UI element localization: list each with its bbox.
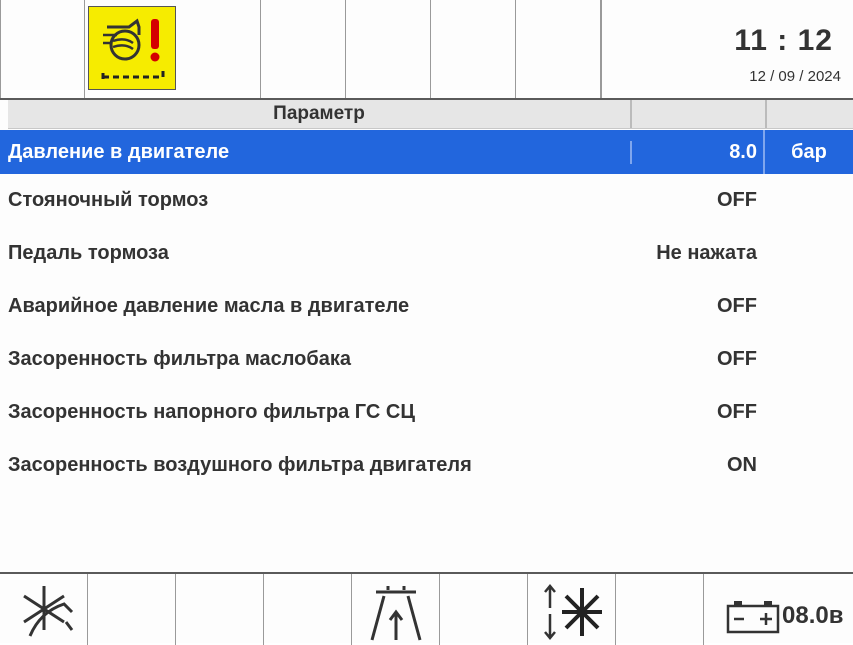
- table-header: Параметр: [8, 100, 853, 129]
- softkey-8[interactable]: [616, 574, 704, 645]
- bottom-function-bar: 08.0в: [0, 572, 853, 645]
- row-name: Засоренность фильтра маслобака: [8, 348, 351, 370]
- fan-updown-icon: [544, 584, 602, 640]
- battery-icon: [726, 601, 780, 634]
- softkey-fan-heating[interactable]: [0, 574, 88, 645]
- row-unit: бар: [763, 130, 853, 174]
- top-slot-5: [346, 0, 431, 98]
- row-value: OFF: [717, 348, 757, 370]
- row-value: OFF: [717, 189, 757, 211]
- param-column-header: Параметр: [273, 103, 365, 124]
- table-row-pressure-filter[interactable]: Засоренность напорного фильтра ГС СЦ OFF: [0, 386, 853, 439]
- top-slot-1: [0, 0, 85, 98]
- row-value: ON: [727, 454, 757, 476]
- parameter-list: Давление в двигателе 8.0 бар Стояночный …: [0, 130, 853, 492]
- softkey-road[interactable]: [352, 574, 440, 645]
- row-value: OFF: [717, 401, 757, 423]
- row-value: 8.0: [630, 140, 763, 164]
- fan-heating-icon: [23, 586, 74, 637]
- row-name: Засоренность воздушного фильтра двигател…: [8, 454, 472, 476]
- clock-time: 11 : 12: [734, 24, 833, 57]
- softkey-2[interactable]: [88, 574, 176, 645]
- top-slot-3: [176, 0, 261, 98]
- top-slot-4: [261, 0, 346, 98]
- softkey-6[interactable]: [440, 574, 528, 645]
- engine-air-filter-warning-icon: [101, 18, 165, 81]
- softkey-fan-updown[interactable]: [528, 574, 616, 645]
- air-filter-warning-indicator[interactable]: [88, 6, 176, 90]
- table-row-oil-pressure-alarm[interactable]: Аварийное давление масла в двигателе OFF: [0, 280, 853, 333]
- instrument-screen: 11 : 12 12 / 09 / 2024 Параметр Давление…: [0, 0, 853, 645]
- top-slot-6: [431, 0, 516, 98]
- row-value: Не нажата: [656, 242, 757, 264]
- table-row-oil-tank-filter[interactable]: Засоренность фильтра маслобака OFF: [0, 333, 853, 386]
- table-row-air-filter[interactable]: Засоренность воздушного фильтра двигател…: [0, 439, 853, 492]
- road-lane-icon: [370, 586, 422, 641]
- battery-voltage-value: 08.0в: [782, 602, 844, 629]
- clock-date: 12 / 09 / 2024: [749, 68, 841, 85]
- softkey-4[interactable]: [264, 574, 352, 645]
- row-name: Аварийное давление масла в двигателе: [8, 295, 410, 317]
- softkey-3[interactable]: [176, 574, 264, 645]
- row-name: Педаль тормоза: [8, 242, 169, 264]
- table-row-brake-pedal[interactable]: Педаль тормоза Не нажата: [0, 227, 853, 280]
- table-row-parking-brake[interactable]: Стояночный тормоз OFF: [0, 174, 853, 227]
- clock-panel: 11 : 12 12 / 09 / 2024: [601, 0, 853, 98]
- unit-column-header: [765, 100, 853, 128]
- row-value: OFF: [717, 295, 757, 317]
- row-name: Давление в двигателе: [8, 140, 230, 163]
- top-slot-7: [516, 0, 601, 98]
- row-name: Стояночный тормоз: [8, 189, 209, 211]
- battery-voltage-panel: 08.0в: [704, 574, 853, 645]
- top-status-bar: 11 : 12 12 / 09 / 2024: [0, 0, 853, 100]
- table-row-engine-pressure[interactable]: Давление в двигателе 8.0 бар: [0, 130, 853, 174]
- value-column-header: [630, 100, 765, 128]
- row-name: Засоренность напорного фильтра ГС СЦ: [8, 401, 415, 423]
